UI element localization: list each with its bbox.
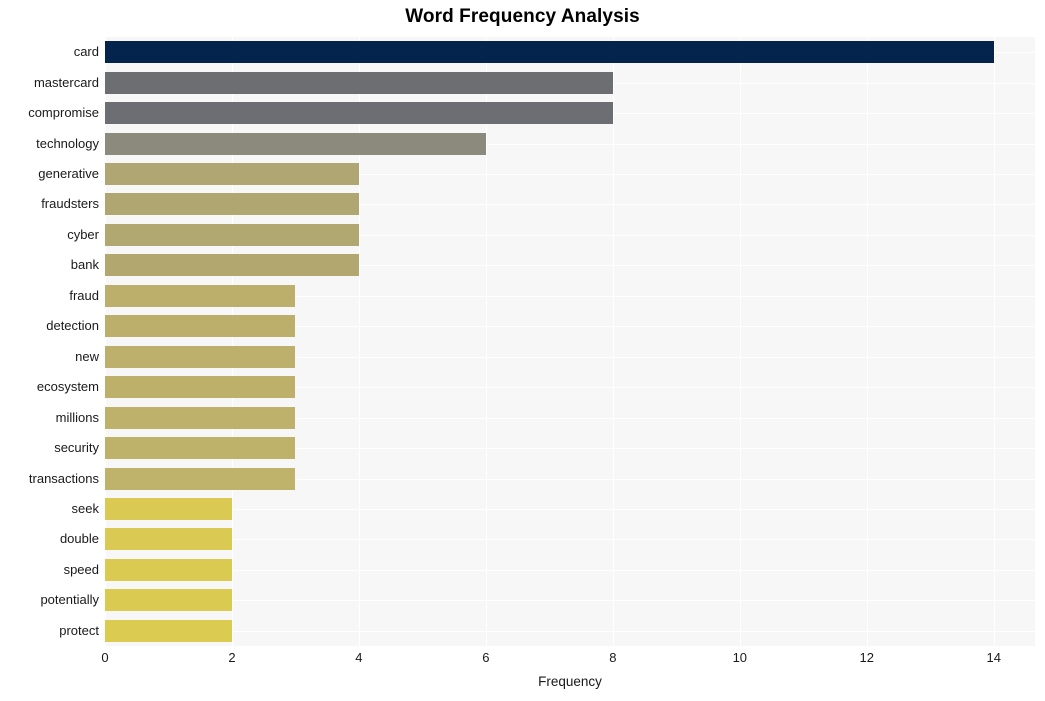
gridline-vertical: [105, 37, 106, 646]
x-tick-label: 10: [732, 650, 748, 665]
gridline-horizontal: [105, 600, 1035, 601]
y-tick-label: bank: [70, 257, 99, 273]
x-tick-label: 2: [228, 650, 236, 665]
y-tick-label: security: [54, 440, 99, 456]
y-tick-label: card: [73, 44, 99, 60]
y-tick-label: detection: [46, 318, 99, 334]
x-tick-label: 14: [986, 650, 1001, 665]
gridline-vertical: [231, 37, 233, 646]
bar[interactable]: [105, 223, 359, 246]
y-tick-label: technology: [36, 135, 99, 151]
x-axis-title: Frequency: [538, 674, 602, 689]
bar[interactable]: [105, 497, 232, 520]
bar[interactable]: [105, 163, 359, 186]
y-tick-label: compromise: [28, 105, 99, 121]
y-tick-label: millions: [55, 409, 99, 425]
gridline-horizontal: [105, 570, 1035, 571]
bar[interactable]: [105, 406, 296, 429]
x-tick-label: 6: [482, 650, 490, 665]
bar[interactable]: [105, 345, 296, 368]
chart-figure: Word Frequency Analysis card mastercard co…: [0, 0, 1045, 701]
bar[interactable]: [105, 315, 296, 338]
chart-title: Word Frequency Analysis: [405, 6, 640, 27]
bar[interactable]: [105, 619, 232, 642]
bar[interactable]: [105, 284, 296, 307]
gridline-vertical: [612, 37, 614, 646]
y-tick-label: transactions: [28, 470, 99, 486]
gridline-vertical: [739, 37, 741, 646]
bar[interactable]: [105, 254, 359, 277]
y-tick-label: mastercard: [33, 74, 99, 90]
x-axis-tick-labels: 0 2 4 6 8 10 12 14: [101, 646, 1035, 670]
gridline-vertical: [358, 37, 360, 646]
gridline-horizontal: [105, 509, 1035, 510]
y-tick-label: speed: [63, 561, 99, 577]
gridline-vertical: [866, 37, 868, 646]
bar[interactable]: [105, 41, 994, 64]
y-tick-label: double: [59, 531, 99, 547]
y-tick-label: fraudsters: [41, 196, 99, 212]
x-tick-label: 0: [101, 650, 109, 665]
gridline-vertical: [485, 37, 487, 646]
bar[interactable]: [105, 132, 486, 155]
gridline-horizontal: [105, 539, 1035, 540]
y-tick-label: new: [75, 348, 99, 364]
x-tick-label: 4: [355, 650, 363, 665]
y-axis-tick-labels: card mastercard compromise technology genera…: [0, 37, 99, 646]
bar[interactable]: [105, 102, 613, 125]
bar[interactable]: [105, 437, 296, 460]
bar[interactable]: [105, 558, 232, 581]
x-tick-label: 12: [859, 650, 874, 665]
y-tick-label: potentially: [40, 592, 99, 608]
gridline-horizontal: [105, 631, 1035, 632]
plot-area: [105, 37, 1035, 646]
bar[interactable]: [105, 376, 296, 399]
bar[interactable]: [105, 467, 296, 490]
y-tick-label: fraud: [69, 287, 99, 303]
bar[interactable]: [105, 71, 613, 94]
y-tick-label: ecosystem: [36, 379, 99, 395]
bar[interactable]: [105, 528, 232, 551]
y-tick-label: generative: [38, 166, 99, 182]
y-tick-label: seek: [71, 500, 99, 516]
bar[interactable]: [105, 589, 232, 612]
bar[interactable]: [105, 193, 359, 216]
x-tick-label: 8: [609, 650, 617, 665]
y-tick-label: cyber: [67, 226, 99, 242]
gridline-vertical: [993, 37, 995, 646]
y-tick-label: protect: [59, 622, 99, 638]
